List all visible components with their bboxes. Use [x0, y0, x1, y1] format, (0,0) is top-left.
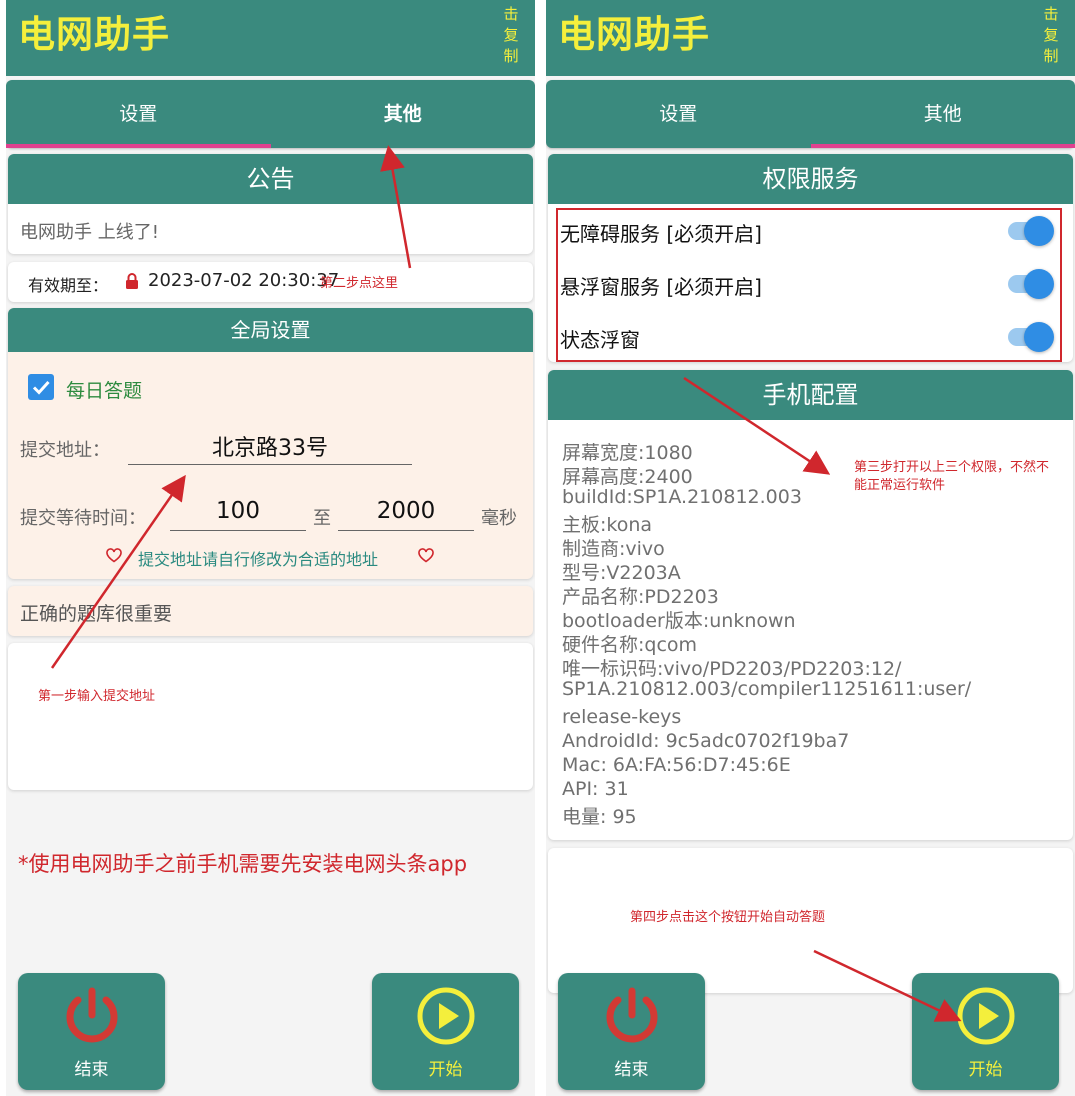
phone-config-line: buildId:SP1A.210812.003 — [562, 486, 802, 508]
phone-config-line: bootloader版本:unknown — [562, 610, 796, 632]
wait-to-label: 至 — [313, 508, 331, 529]
announcement-title: 公告 — [8, 154, 533, 204]
annotation-step1: 第一步输入提交地址 — [38, 689, 156, 704]
validity-card: 有效期至： 2023-07-02 20:30:37 — [8, 262, 533, 302]
copy-hint[interactable]: 击复制 — [1041, 4, 1061, 67]
phone-config-title: 手机配置 — [548, 370, 1073, 420]
app-title: 电网助手 — [18, 13, 170, 56]
question-bank-card: 正确的题库很重要 — [8, 586, 533, 636]
annotation-step3-line1: 第三步打开以上三个权限，不然不 — [854, 460, 1050, 475]
tab-other[interactable]: 其他 — [811, 80, 1075, 148]
install-warning: *使用电网助手之前手机需要先安装电网头条app — [18, 852, 468, 876]
tab-other[interactable]: 其他 — [271, 80, 536, 148]
permission-label-floating-window: 悬浮窗服务 [必须开启] — [560, 275, 762, 299]
heart-icon-right — [418, 548, 434, 567]
daily-quiz-checkbox[interactable] — [28, 374, 54, 400]
left-screen: 电网助手 击复制 设置 其他 公告 电网助手 上线了! 有效期至： 2023-0… — [6, 0, 535, 1096]
app-bar: 电网助手 击复制 — [546, 0, 1075, 76]
phone-config-line: 主板:kona — [562, 514, 653, 536]
right-screen: 电网助手 击复制 设置 其他 权限服务 无障碍服务 [必须开启] 悬浮窗服务 [… — [546, 0, 1075, 1096]
wait-time-label: 提交等待时间： — [20, 508, 146, 529]
power-icon — [66, 987, 118, 1043]
annotation-step2: 第二步点这里 — [320, 276, 399, 291]
permissions-title: 权限服务 — [548, 154, 1073, 204]
wait-max-underline — [338, 530, 474, 531]
wait-min-underline — [170, 530, 306, 531]
start-button[interactable]: 开始 — [912, 973, 1059, 1090]
phone-config-line: 唯一标识码:vivo/PD2203/PD2203:12/ — [562, 658, 902, 680]
phone-config-line: Mac: 6A:FA:56:D7:45:6E — [562, 754, 791, 776]
copy-hint[interactable]: 击复制 — [501, 4, 521, 67]
phone-config-line: 电量: 95 — [562, 806, 637, 828]
play-icon — [957, 987, 1015, 1045]
end-button-label: 结束 — [614, 1060, 649, 1080]
question-bank-text: 正确的题库很重要 — [20, 603, 173, 625]
end-button-label: 结束 — [74, 1060, 109, 1080]
phone-config-line: 制造商:vivo — [562, 538, 665, 560]
check-icon — [32, 380, 50, 395]
permission-label-accessibility: 无障碍服务 [必须开启] — [560, 222, 762, 246]
log-area — [8, 643, 533, 790]
app-bar: 电网助手 击复制 — [6, 0, 535, 76]
status-float-switch[interactable] — [1008, 320, 1054, 354]
phone-config-line: 屏幕宽度:1080 — [562, 442, 693, 464]
tab-settings[interactable]: 设置 — [546, 80, 811, 148]
daily-quiz-label: 每日答题 — [66, 380, 143, 402]
global-settings-card: 全局设置 每日答题 提交地址： 北京路33号 提交等待时间： 100 至 200… — [8, 308, 533, 579]
phone-config-line: API: 31 — [562, 778, 629, 800]
address-input[interactable]: 北京路33号 — [128, 430, 412, 462]
phone-config-line: 硬件名称:qcom — [562, 634, 698, 656]
end-button[interactable]: 结束 — [18, 973, 165, 1090]
annotation-step3-line2: 能正常运行软件 — [854, 478, 946, 493]
power-icon — [606, 987, 658, 1043]
floating-window-switch[interactable] — [1008, 267, 1054, 301]
announcement-card: 公告 电网助手 上线了! — [8, 154, 533, 254]
tab-settings[interactable]: 设置 — [6, 80, 271, 148]
end-button[interactable]: 结束 — [558, 973, 705, 1090]
start-button-label: 开始 — [968, 1060, 1003, 1080]
phone-config-line: 产品名称:PD2203 — [562, 586, 719, 608]
wait-unit-label: 毫秒 — [481, 508, 517, 529]
tab-bar: 设置 其他 — [6, 80, 535, 148]
address-hint: 提交地址请自行修改为合适的地址 — [138, 550, 379, 569]
wait-max-input[interactable]: 2000 — [338, 498, 474, 524]
address-label: 提交地址： — [20, 440, 110, 461]
play-icon — [417, 987, 475, 1045]
phone-config-line: 型号:V2203A — [562, 562, 681, 584]
phone-config-line: 屏幕高度:2400 — [562, 466, 693, 488]
lock-icon — [125, 272, 139, 290]
start-button-label: 开始 — [428, 1060, 463, 1080]
tab-indicator — [6, 144, 271, 148]
address-underline — [128, 464, 412, 465]
tab-indicator — [810, 144, 1075, 148]
wait-min-input[interactable]: 100 — [170, 498, 306, 524]
start-button[interactable]: 开始 — [372, 973, 519, 1090]
global-settings-title: 全局设置 — [8, 308, 533, 352]
phone-config-line: AndroidId: 9c5adc0702f19ba7 — [562, 730, 850, 752]
permissions-card: 权限服务 无障碍服务 [必须开启] 悬浮窗服务 [必须开启] 状态浮窗 — [548, 154, 1073, 362]
phone-config-card: 手机配置 屏幕宽度:1080 屏幕高度:2400 buildId:SP1A.21… — [548, 370, 1073, 840]
announcement-text: 电网助手 上线了! — [20, 222, 159, 243]
validity-label: 有效期至： — [28, 276, 109, 295]
phone-config-line: release-keys — [562, 706, 682, 728]
annotation-step4: 第四步点击这个按钮开始自动答题 — [630, 910, 826, 925]
accessibility-switch[interactable] — [1008, 214, 1054, 248]
phone-config-line: SP1A.210812.003/compiler11251611:user/ — [562, 678, 972, 700]
validity-date: 2023-07-02 20:30:37 — [148, 270, 340, 291]
permission-label-status-float: 状态浮窗 — [560, 328, 640, 352]
tab-bar: 设置 其他 — [546, 80, 1075, 148]
heart-icon-left — [106, 548, 122, 567]
app-title: 电网助手 — [558, 13, 710, 56]
